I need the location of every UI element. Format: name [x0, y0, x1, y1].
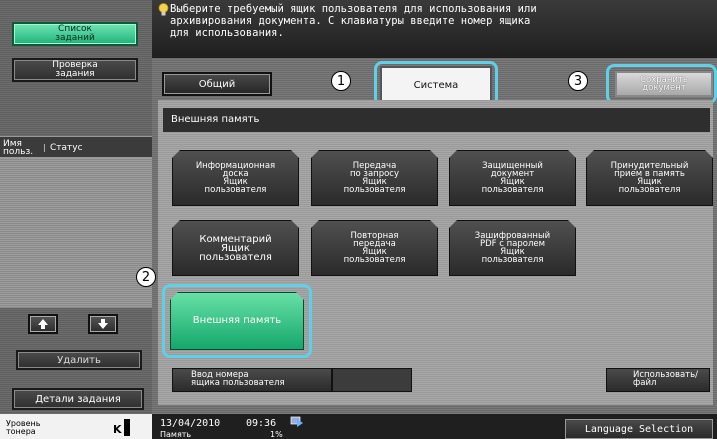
box-relay-transmission[interactable]: Повторная передача Ящик пользователя [311, 220, 438, 276]
toner-level-bar [124, 419, 130, 436]
instruction-message: Выберите требуемый ящик пользователя для… [152, 0, 717, 58]
toner-status: Уровень тонера K [0, 414, 152, 439]
arrow-down-icon [98, 319, 108, 329]
status-time: 09:36 [246, 418, 277, 429]
arrow-up-icon [38, 319, 48, 329]
callout-3: 3 [568, 71, 588, 91]
box-forced-memory-receive[interactable]: Принудительный прием в память Ящик польз… [586, 150, 713, 206]
job-list-button[interactable]: Список заданий [12, 22, 138, 46]
toner-label: Уровень тонера [6, 419, 41, 436]
user-column-header: Имя польз. [3, 139, 34, 157]
job-status-list [0, 158, 152, 308]
memory-label: Память [160, 430, 192, 439]
box-information-board[interactable]: Информационная доска Ящик пользователя [172, 150, 299, 206]
status-date: 13/04/2010 [160, 418, 221, 429]
callout-1: 1 [331, 71, 351, 91]
use-file-button[interactable]: Использовать/ файл [606, 368, 710, 392]
tab-general[interactable]: Общий [162, 72, 272, 96]
box-encrypted-pdf[interactable]: Зашифрованный PDF с паролем Ящик пользов… [449, 220, 576, 276]
memory-value: 1% [270, 430, 283, 439]
status-column-header: Статус [44, 144, 83, 153]
user-box-number-button[interactable]: Ввод номера ящика пользователя [172, 368, 332, 392]
job-check-button[interactable]: Проверка задания [12, 58, 138, 82]
scroll-up-button[interactable] [28, 314, 58, 334]
job-list-header: Имя польз. Статус [0, 136, 152, 158]
box-annotation[interactable]: Комментарий Ящик пользователя [172, 220, 299, 276]
tab-system[interactable]: Система [380, 66, 492, 104]
scroll-down-button[interactable] [88, 314, 118, 334]
box-polling-transfer[interactable]: Передача по запросу Ящик пользователя [311, 150, 438, 206]
callout-2: 2 [136, 267, 156, 287]
language-selection-button[interactable]: Language Selection [565, 419, 713, 439]
lightbulb-icon [158, 3, 169, 16]
job-details-button[interactable]: Детали задания [12, 388, 144, 410]
box-external-memory[interactable]: Внешняя память [170, 292, 304, 350]
save-document-button[interactable]: Сохранить документ [615, 71, 713, 97]
toner-color-label: K [113, 423, 122, 436]
network-icon [290, 416, 303, 427]
delete-button[interactable]: Удалить [16, 350, 142, 370]
section-title: Внешняя память [163, 108, 710, 132]
user-box-number-field[interactable] [332, 368, 412, 392]
box-secure-document[interactable]: Защищенный документ Ящик пользователя [449, 150, 576, 206]
